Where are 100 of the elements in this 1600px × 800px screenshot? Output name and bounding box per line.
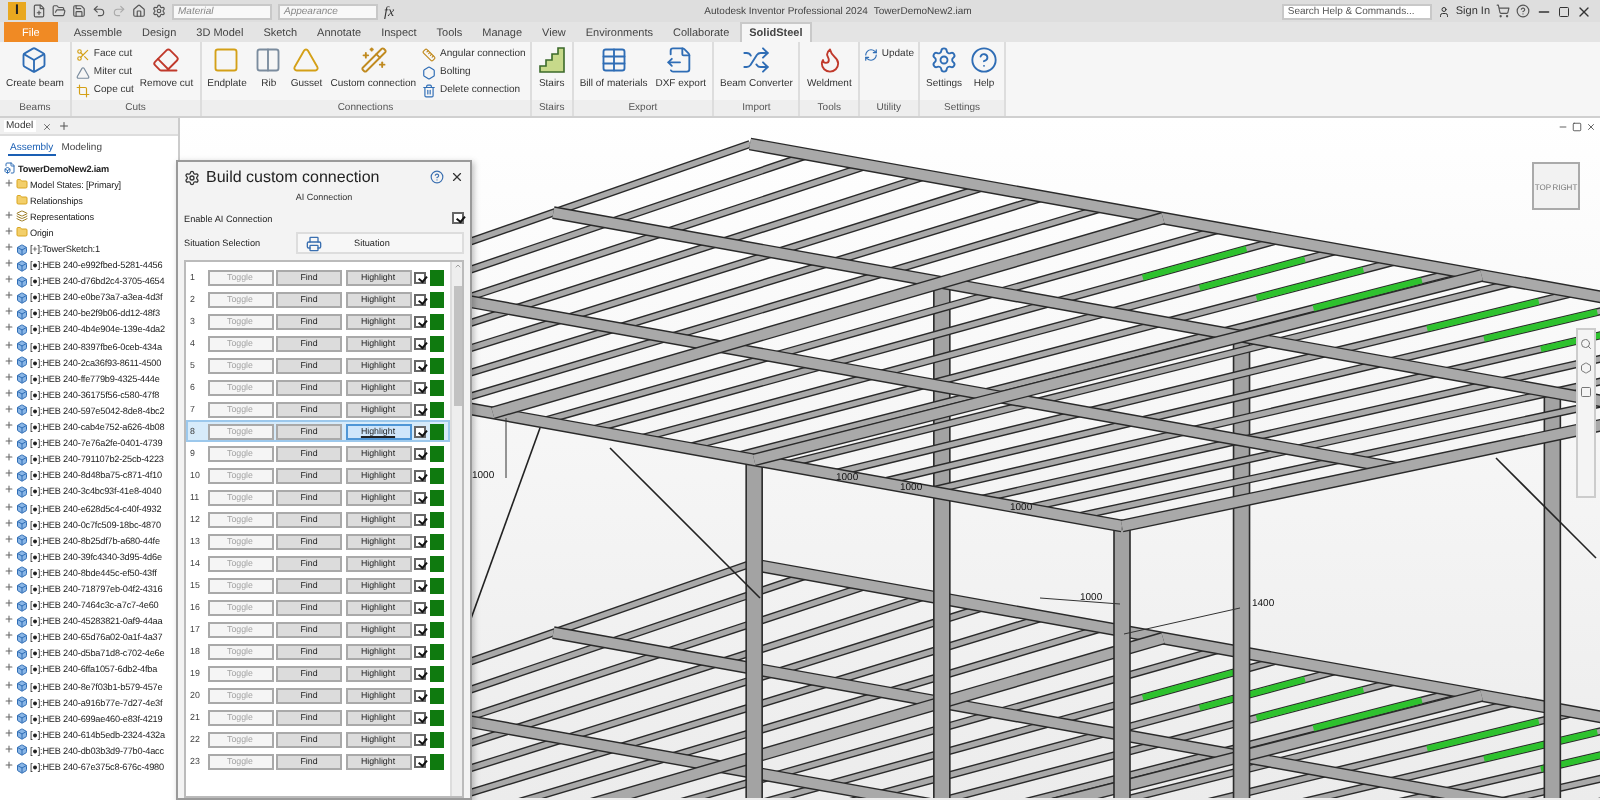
expand-icon[interactable] bbox=[4, 727, 14, 738]
cube-icon bbox=[16, 485, 28, 498]
expand-icon[interactable] bbox=[4, 565, 14, 576]
checkbox[interactable] bbox=[414, 293, 426, 305]
cube-icon bbox=[16, 356, 28, 369]
checkbox[interactable] bbox=[414, 535, 426, 547]
add-icon[interactable] bbox=[57, 120, 70, 132]
expand-icon[interactable] bbox=[4, 598, 14, 609]
checkbox[interactable] bbox=[414, 359, 426, 371]
expand-icon[interactable] bbox=[4, 743, 14, 754]
cube-icon bbox=[16, 647, 28, 660]
expand-icon[interactable] bbox=[4, 274, 14, 285]
checkbox[interactable] bbox=[414, 557, 426, 569]
checkbox[interactable] bbox=[414, 271, 426, 283]
folder-icon bbox=[16, 226, 28, 239]
wand-icon bbox=[359, 46, 388, 74]
assembly-icon bbox=[4, 162, 16, 175]
close-icon[interactable] bbox=[450, 170, 464, 184]
hexagon-icon[interactable] bbox=[1580, 362, 1592, 374]
zoom-icon[interactable] bbox=[1580, 338, 1592, 350]
minimize-icon[interactable] bbox=[1558, 122, 1568, 132]
cube-icon bbox=[16, 534, 28, 547]
folder-icon[interactable] bbox=[52, 4, 66, 18]
checkbox[interactable] bbox=[414, 667, 426, 679]
help-icon[interactable] bbox=[430, 170, 444, 184]
expand-icon[interactable] bbox=[4, 630, 14, 641]
scrollbar[interactable] bbox=[450, 262, 462, 796]
expand-icon[interactable] bbox=[4, 403, 14, 414]
checkbox[interactable] bbox=[414, 491, 426, 503]
save-icon[interactable] bbox=[72, 4, 86, 18]
cube-icon bbox=[16, 728, 28, 741]
checkbox[interactable] bbox=[414, 601, 426, 613]
expand-icon[interactable] bbox=[4, 646, 14, 657]
trash-icon bbox=[422, 83, 437, 97]
undo-icon[interactable] bbox=[92, 4, 106, 18]
checkbox[interactable] bbox=[414, 711, 426, 723]
close-icon[interactable] bbox=[1576, 3, 1592, 19]
checkbox[interactable] bbox=[414, 623, 426, 635]
checkbox[interactable] bbox=[414, 755, 426, 767]
expand-icon[interactable] bbox=[4, 517, 14, 528]
expand-icon[interactable] bbox=[4, 209, 14, 220]
stairs-icon bbox=[537, 46, 566, 74]
printer-icon bbox=[306, 235, 322, 251]
expand-icon[interactable] bbox=[4, 695, 14, 706]
ruler-icon bbox=[422, 47, 437, 61]
checkbox[interactable] bbox=[414, 469, 426, 481]
new-file-icon[interactable] bbox=[32, 4, 46, 18]
help-icon[interactable] bbox=[1516, 4, 1530, 18]
cart-icon[interactable] bbox=[1496, 4, 1510, 18]
expand-icon[interactable] bbox=[4, 614, 14, 625]
settings-icon[interactable] bbox=[152, 4, 166, 18]
expand-icon[interactable] bbox=[4, 339, 14, 350]
cube-icon bbox=[16, 518, 28, 531]
checkbox[interactable] bbox=[414, 381, 426, 393]
expand-icon[interactable] bbox=[4, 258, 14, 269]
expand-icon[interactable] bbox=[4, 225, 14, 236]
restore-icon[interactable] bbox=[1572, 122, 1582, 132]
cube-icon bbox=[16, 582, 28, 595]
expand-icon[interactable] bbox=[4, 177, 14, 188]
expand-icon[interactable] bbox=[4, 420, 14, 431]
cube-icon bbox=[16, 502, 28, 515]
expand-icon[interactable] bbox=[4, 711, 14, 722]
checkbox[interactable] bbox=[414, 315, 426, 327]
expand-icon[interactable] bbox=[4, 436, 14, 447]
expand-icon[interactable] bbox=[4, 371, 14, 382]
checkbox[interactable] bbox=[414, 403, 426, 415]
home-icon[interactable] bbox=[132, 4, 146, 18]
expand-icon[interactable] bbox=[4, 679, 14, 690]
expand-icon[interactable] bbox=[4, 760, 14, 771]
expand-icon[interactable] bbox=[4, 452, 14, 463]
cube-icon bbox=[16, 599, 28, 612]
expand-icon[interactable] bbox=[4, 290, 14, 301]
checkbox[interactable] bbox=[414, 689, 426, 701]
checkbox[interactable] bbox=[414, 425, 426, 437]
cube-icon bbox=[16, 404, 28, 417]
expand-icon[interactable] bbox=[4, 533, 14, 544]
expand-icon[interactable] bbox=[4, 355, 14, 366]
expand-icon[interactable] bbox=[4, 306, 14, 317]
checkbox[interactable] bbox=[452, 212, 464, 224]
maximize-icon[interactable] bbox=[1558, 5, 1570, 17]
expand-icon[interactable] bbox=[4, 322, 14, 333]
checkbox[interactable] bbox=[414, 579, 426, 591]
expand-icon[interactable] bbox=[4, 387, 14, 398]
scroll-thumb[interactable] bbox=[453, 286, 461, 406]
expand-icon[interactable] bbox=[4, 484, 14, 495]
expand-icon[interactable] bbox=[4, 501, 14, 512]
expand-icon[interactable] bbox=[4, 468, 14, 479]
checkbox[interactable] bbox=[414, 645, 426, 657]
checkbox[interactable] bbox=[414, 513, 426, 525]
expand-icon[interactable] bbox=[4, 662, 14, 673]
expand-icon[interactable] bbox=[4, 242, 14, 253]
cube-icon bbox=[16, 680, 28, 693]
checkbox[interactable] bbox=[414, 447, 426, 459]
cube-icon bbox=[16, 744, 28, 757]
checkbox[interactable] bbox=[414, 337, 426, 349]
checkbox[interactable] bbox=[414, 733, 426, 745]
cube-icon bbox=[16, 712, 28, 725]
expand-icon[interactable] bbox=[4, 549, 14, 560]
square-icon[interactable] bbox=[1580, 386, 1592, 398]
expand-icon[interactable] bbox=[4, 581, 14, 592]
